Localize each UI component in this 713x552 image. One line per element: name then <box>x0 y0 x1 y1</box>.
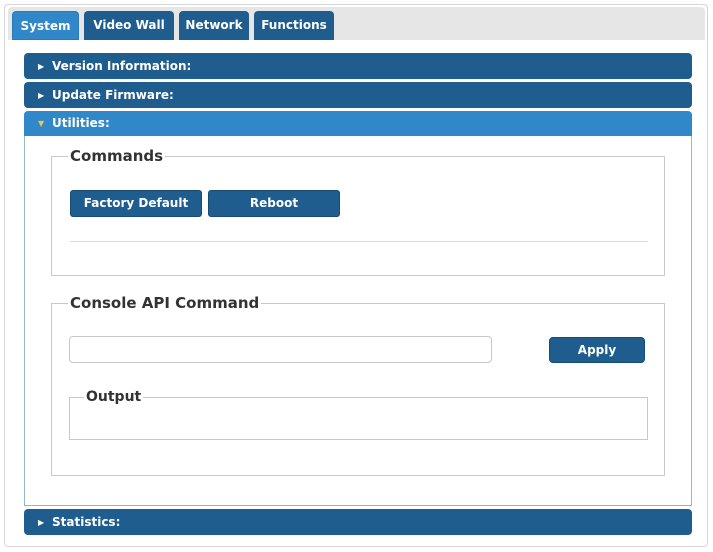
section-version-information[interactable]: ▶ Version Information: <box>24 53 692 79</box>
caret-down-icon: ▼ <box>38 119 45 128</box>
factory-default-button[interactable]: Factory Default <box>70 190 202 217</box>
section-update-firmware[interactable]: ▶ Update Firmware: <box>24 82 692 108</box>
section-firmware-label: Update Firmware: <box>52 88 174 102</box>
section-utilities-label: Utilities: <box>52 116 110 130</box>
section-utilities[interactable]: ▼ Utilities: <box>24 111 692 136</box>
caret-right-icon: ▶ <box>38 91 45 100</box>
output-text <box>70 405 647 409</box>
section-statistics-label: Statistics: <box>52 515 121 529</box>
output-group: Output <box>69 389 648 440</box>
tab-system[interactable]: System <box>12 11 79 40</box>
apply-button[interactable]: Apply <box>549 337 645 363</box>
output-legend: Output <box>86 389 142 405</box>
tab-functions[interactable]: Functions <box>254 11 334 40</box>
section-version-label: Version Information: <box>52 59 192 73</box>
section-statistics[interactable]: ▶ Statistics: <box>24 509 692 535</box>
caret-right-icon: ▶ <box>38 518 45 527</box>
commands-divider <box>70 241 648 242</box>
tab-video-wall[interactable]: Video Wall <box>84 11 174 40</box>
console-api-group: Console API Command <box>51 294 665 476</box>
console-command-input[interactable] <box>69 336 492 363</box>
tab-network[interactable]: Network <box>179 11 249 40</box>
caret-right-icon: ▶ <box>38 62 45 71</box>
console-api-legend: Console API Command <box>70 294 260 312</box>
reboot-button[interactable]: Reboot <box>208 190 340 217</box>
commands-legend: Commands <box>70 147 164 165</box>
